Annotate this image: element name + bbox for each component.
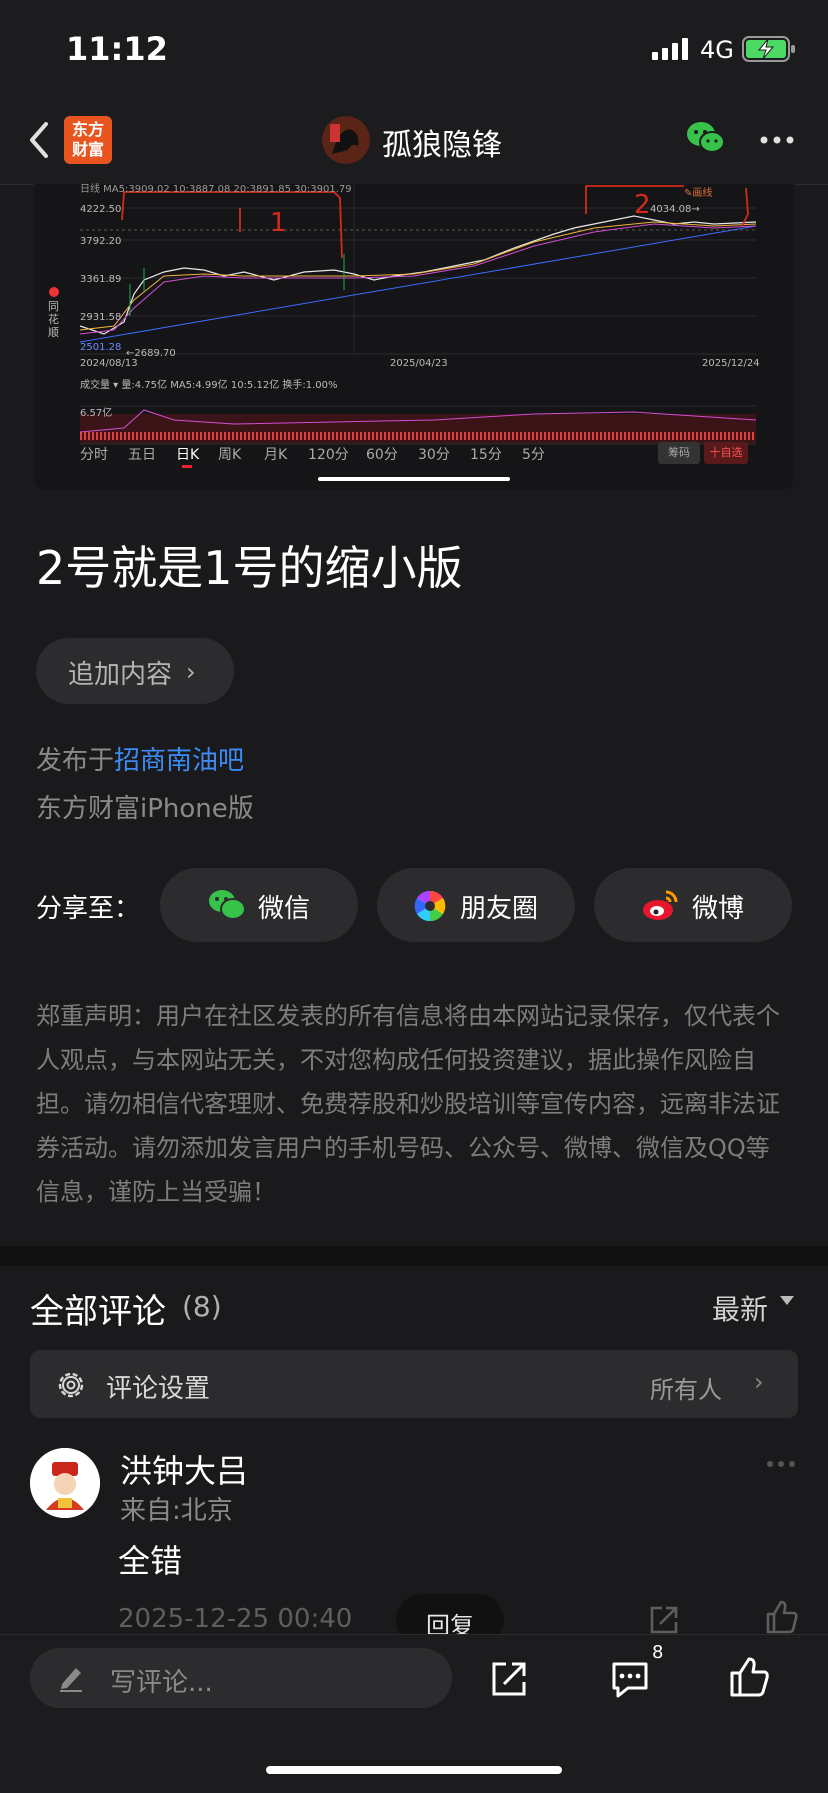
tab-fenshi[interactable]: 分时 — [80, 444, 108, 464]
signal-icon — [652, 38, 688, 60]
y-tick: 3792.20 — [80, 236, 122, 247]
share-label: 分享至： — [36, 894, 141, 924]
eastmoney-logo[interactable]: 东方 财富 — [64, 116, 112, 164]
tab-15min[interactable]: 15分 — [470, 444, 502, 464]
thumbs-up-icon[interactable] — [764, 1600, 798, 1634]
chevron-right-icon: › — [754, 1368, 764, 1396]
avatar[interactable] — [30, 1448, 100, 1518]
back-arrow-icon[interactable] — [26, 120, 52, 160]
comment-settings-value: 所有人 — [650, 1376, 722, 1404]
x-tick: 2025/12/24 — [702, 358, 760, 369]
author-avatar[interactable] — [322, 116, 370, 164]
published-prefix: 发布于 — [36, 746, 115, 776]
annotation-2: 2 — [634, 190, 651, 220]
section-divider — [0, 1246, 828, 1266]
tab-daily-k[interactable]: 日K — [176, 444, 199, 464]
tab-wuri[interactable]: 五日 — [128, 444, 156, 464]
tab-monthly-k[interactable]: 月K — [264, 444, 287, 464]
y-tick: 2501.28 — [80, 342, 122, 353]
tab-120min[interactable]: 120分 — [308, 444, 349, 464]
active-tab-indicator — [182, 465, 192, 468]
ma-legend: 日线 MA5:3909.02 10:3887.08 20:3891.85 30:… — [80, 184, 352, 195]
y-tick: 2931.58 — [80, 312, 122, 323]
gear-icon — [58, 1372, 84, 1398]
share-moments-label: 朋友圈 — [460, 894, 539, 924]
annotation-1: 1 — [270, 208, 287, 238]
sort-dropdown[interactable]: 最新 — [712, 1288, 768, 1328]
draw-line-button[interactable]: ✎画线 — [684, 184, 712, 199]
author-name[interactable]: 孤狼隐锋 — [382, 120, 502, 164]
weibo-icon — [643, 890, 678, 920]
volume-tick: 6.57亿 — [80, 408, 113, 419]
y-tick: 3361.89 — [80, 274, 122, 285]
tab-weekly-k[interactable]: 周K — [218, 444, 241, 464]
comment-settings-label: 评论设置 — [106, 1374, 211, 1404]
home-indicator — [266, 1766, 562, 1774]
comment-username[interactable]: 洪钟大吕 — [120, 1446, 248, 1492]
forum-link[interactable]: 招商南油吧 — [114, 740, 244, 777]
caret-down-icon[interactable] — [780, 1296, 794, 1306]
more-options-icon[interactable] — [766, 1460, 796, 1468]
moments-icon — [414, 890, 446, 922]
comments-count: (8) — [182, 1290, 222, 1323]
wechat-icon[interactable] — [686, 120, 726, 156]
comment-date: 2025-12-25 00:40 — [118, 1604, 353, 1634]
post-device: 东方财富iPhone版 — [36, 794, 254, 824]
y-tick: 4222.50 — [80, 204, 122, 215]
volume-legend[interactable]: 成交量 ▾ 量:4.75亿 MA5:4.99亿 10:5.12亿 换手:1.00… — [80, 376, 338, 391]
image-scroll-indicator — [318, 477, 510, 481]
status-time: 11:12 — [66, 30, 168, 68]
append-content-label: 追加内容 — [68, 660, 173, 690]
comment-icon[interactable] — [610, 1660, 650, 1700]
add-watchlist-button[interactable]: 十自选 — [704, 442, 748, 464]
share-weibo-label: 微博 — [692, 894, 745, 924]
wechat-icon — [209, 890, 246, 920]
x-tick: 2025/04/23 — [390, 358, 448, 369]
share-icon[interactable] — [490, 1660, 528, 1698]
comment-text: 全错 — [118, 1542, 183, 1580]
tab-30min[interactable]: 30分 — [418, 444, 450, 464]
post-title: 2号就是1号的缩小版 — [36, 541, 463, 595]
comments-title: 全部评论 — [30, 1292, 166, 1332]
tab-5min[interactable]: 5分 — [522, 444, 545, 464]
x-tick: 2024/08/13 — [80, 358, 138, 369]
logo-line-2: 财富 — [71, 140, 104, 159]
pencil-icon — [60, 1668, 82, 1692]
chevron-right-icon: › — [186, 658, 196, 686]
logo-line-1: 东方 — [71, 120, 104, 139]
chip-distribution-button[interactable]: 筹码 — [658, 442, 700, 464]
tab-60min[interactable]: 60分 — [366, 444, 398, 464]
disclaimer-text: 郑重声明：用户在社区发表的所有信息将由本网站记录保存，仅代表个人观点，与本网站无… — [36, 1002, 780, 1206]
thumbs-up-icon[interactable] — [728, 1656, 770, 1698]
network-type: 4G — [700, 36, 734, 64]
share-wechat-label: 微信 — [258, 894, 311, 924]
share-icon[interactable] — [648, 1604, 680, 1636]
wolf-avatar-image — [322, 116, 370, 164]
write-comment-placeholder: 写评论... — [110, 1668, 213, 1698]
comment-location: 来自:北京 — [120, 1496, 233, 1526]
write-comment-input[interactable] — [30, 1648, 452, 1708]
high-price-label: 4034.08→ — [650, 204, 700, 215]
god-of-wealth-avatar-image — [30, 1448, 100, 1518]
comment-count-badge: 8 — [652, 1642, 664, 1663]
tonghuashun-brand: 同花顺 — [48, 300, 59, 339]
more-options-icon[interactable] — [760, 136, 794, 144]
battery-charging-icon — [742, 36, 795, 62]
